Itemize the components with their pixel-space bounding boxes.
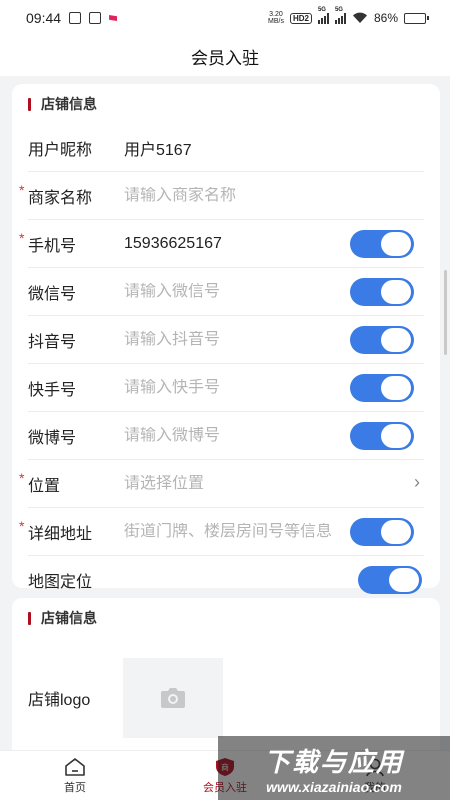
nickname-label-text: 用户昵称: [28, 141, 93, 159]
wechat-row: 微信号: [28, 268, 424, 316]
wechat-label: 微信号: [28, 280, 124, 304]
toggle-knob: [381, 376, 411, 400]
address-toggle[interactable]: [350, 518, 414, 546]
wifi-icon: [352, 12, 367, 23]
section-title-2: 店铺信息: [41, 610, 97, 626]
notification-icon: [69, 12, 82, 24]
nickname-label: 用户昵称: [28, 136, 124, 160]
phone-row: * 手机号 15936625167: [19, 220, 424, 268]
toggle-knob: [381, 424, 411, 448]
merchant-name-input[interactable]: [124, 186, 424, 205]
tab-member-label: 会员入驻: [203, 782, 247, 794]
toggle-knob: [381, 520, 411, 544]
user-icon: [366, 758, 384, 777]
status-time: 09:44: [26, 10, 62, 26]
signal-icon: 5G: [317, 7, 329, 24]
net-speed: 3.20 MB/s: [268, 11, 284, 25]
location-label: * 位置: [19, 470, 124, 496]
merchant-name-label-text: 商家名称: [28, 189, 93, 207]
tab-bar: 首页 商 会员入驻 我的: [0, 750, 450, 801]
location-row: *位置 ›: [19, 460, 424, 508]
merchant-name-label: * 商家名称: [19, 182, 124, 208]
required-mark: *: [19, 469, 25, 486]
toggle-knob: [381, 232, 411, 256]
wechat-toggle[interactable]: [350, 278, 414, 306]
douyin-label: 抖音号: [28, 328, 124, 352]
map-location-label-text: 地图定位: [28, 573, 93, 591]
flag-icon: [109, 15, 118, 21]
status-bar: 09:44 3.20 MB/s HD2 5G 5G 86%: [0, 0, 450, 36]
kuaishou-label-text: 快手号: [28, 381, 77, 399]
map-location-toggle[interactable]: [358, 566, 422, 594]
camera-icon: [161, 688, 185, 708]
section-marker: [28, 611, 31, 625]
tab-mine[interactable]: 我的: [300, 751, 450, 801]
signal-icon-2: 5G: [334, 7, 346, 24]
hd-badge: HD2: [289, 12, 312, 24]
store-logo-card: 店铺信息 店铺logo: [12, 598, 440, 759]
logo-upload-button[interactable]: [123, 658, 223, 738]
kuaishou-label: 快手号: [28, 376, 124, 400]
message-icon: [89, 12, 102, 24]
tab-member[interactable]: 商 会员入驻: [150, 751, 300, 801]
section-marker: [28, 97, 31, 111]
weibo-row: 微博号: [28, 412, 424, 460]
required-mark: *: [19, 181, 25, 198]
svg-text:商: 商: [221, 762, 229, 772]
tab-home-label: 首页: [64, 782, 86, 794]
location-input[interactable]: [124, 474, 424, 493]
weibo-toggle[interactable]: [350, 422, 414, 450]
merchant-name-row: * 商家名称: [19, 172, 424, 220]
store-logo-label: 店铺logo: [28, 692, 91, 709]
nickname-row: 用户昵称 用户5167: [28, 124, 424, 172]
section-header-2: 店铺信息: [12, 598, 440, 638]
member-icon: 商: [216, 758, 234, 776]
store-info-card: 店铺信息 用户昵称用户5167*商家名称*手机号15936625167微信号抖音…: [12, 84, 440, 594]
chevron-right-icon[interactable]: ›: [414, 472, 420, 493]
tab-mine-label: 我的: [364, 782, 386, 794]
page-title: 会员入驻: [191, 48, 259, 68]
tab-home[interactable]: 首页: [0, 751, 150, 801]
weibo-label-text: 微博号: [28, 429, 77, 447]
location-label-text: 位置: [28, 477, 61, 495]
phone-toggle[interactable]: [350, 230, 414, 258]
douyin-row: 抖音号: [28, 316, 424, 364]
store-logo-row: 店铺logo: [28, 638, 424, 759]
douyin-label-text: 抖音号: [28, 333, 77, 351]
nickname-value[interactable]: 用户5167: [124, 136, 424, 160]
wechat-label-text: 微信号: [28, 285, 77, 303]
battery-percent: 86%: [373, 11, 398, 25]
title-bar: 会员入驻: [0, 36, 450, 76]
weibo-label: 微博号: [28, 424, 124, 448]
home-icon: [65, 758, 85, 776]
battery-icon: [404, 12, 429, 24]
address-label-text: 详细地址: [28, 525, 93, 543]
toggle-knob: [389, 568, 419, 592]
kuaishou-toggle[interactable]: [350, 374, 414, 402]
toggle-knob: [381, 328, 411, 352]
phone-label-text: 手机号: [28, 237, 77, 255]
kuaishou-row: 快手号: [28, 364, 424, 412]
required-mark: *: [19, 229, 25, 246]
toggle-knob: [381, 280, 411, 304]
phone-label: * 手机号: [19, 230, 124, 256]
douyin-toggle[interactable]: [350, 326, 414, 354]
map-location-label: 地图定位: [28, 568, 124, 592]
address-label: * 详细地址: [19, 518, 124, 544]
required-mark: *: [19, 517, 25, 534]
scrollbar[interactable]: [444, 270, 447, 355]
section-title: 店铺信息: [41, 96, 97, 112]
section-header: 店铺信息: [12, 84, 440, 124]
map-location-row: 地图定位: [28, 556, 424, 603]
address-row: * 详细地址: [19, 508, 424, 556]
